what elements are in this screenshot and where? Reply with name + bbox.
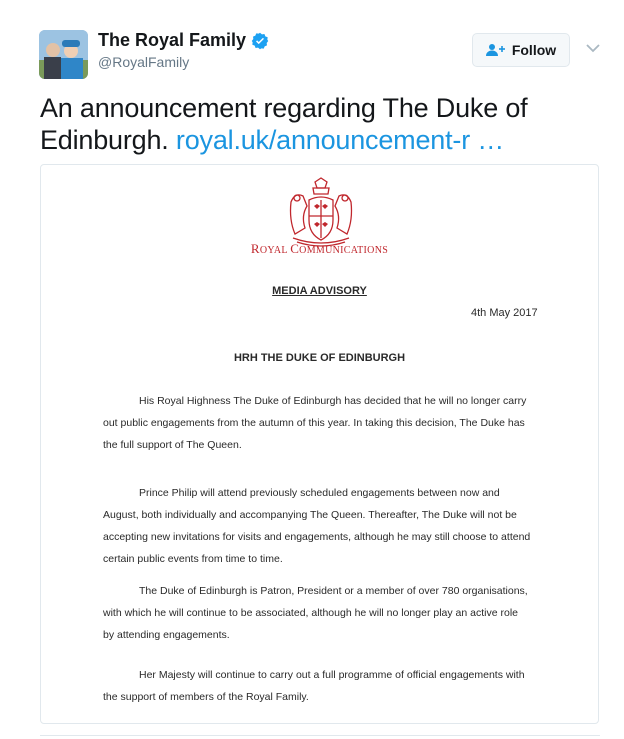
paragraph-line: the full support of The Queen. [103,439,242,451]
paragraph-line: with which he will continue to be associ… [103,607,518,619]
author-handle[interactable]: @RoyalFamily [98,54,189,70]
chevron-down-icon[interactable] [585,42,601,54]
paragraph-line: by attending engagements. [103,629,230,641]
tweet-link[interactable]: royal.uk/announcement-r … [176,125,504,155]
paragraph-line: The Duke of Edinburgh is Patron, Preside… [139,585,528,597]
paragraph-line: out public engagements from the autumn o… [103,417,525,429]
follow-button[interactable]: Follow [472,33,570,67]
tweet-header: The Royal Family @RoyalFamily Follow [0,0,624,82]
tweet-text: An announcement regarding The Duke of Ed… [40,92,600,156]
paragraph-line: August, both individually and accompanyi… [103,509,517,521]
media-advisory-heading: MEDIA ADVISORY [272,285,367,297]
avatar[interactable] [39,30,88,79]
letterhead-initial-2: C [290,241,300,256]
paragraph-1: His Royal Highness The Duke of Edinburgh… [103,390,543,456]
attached-image[interactable]: ROYAL COMMUNICATIONS MEDIA ADVISORY 4th … [40,164,599,724]
document-date: 4th May 2017 [471,307,538,319]
paragraph-line: certain public events from time to time. [103,553,283,565]
letterhead-word-2: OMMUNICATIONS [299,245,389,256]
paragraph-2: Prince Philip will attend previously sch… [103,482,543,570]
paragraph-line: Prince Philip will attend previously sch… [139,487,500,499]
announcement-document: ROYAL COMMUNICATIONS MEDIA ADVISORY 4th … [41,165,598,723]
letterhead-word-1: OYAL [259,245,291,256]
paragraph-3: The Duke of Edinburgh is Patron, Preside… [103,580,543,646]
paragraph-4: Her Majesty will continue to carry out a… [103,664,543,708]
document-title: HRH THE DUKE OF EDINBURGH [233,352,406,364]
verified-badge-icon [251,32,269,49]
royal-crest-icon [289,177,353,247]
add-user-icon [485,44,505,56]
follow-label: Follow [511,42,557,58]
author-name[interactable]: The Royal Family [98,30,269,51]
author-name-text[interactable]: The Royal Family [98,30,246,51]
paragraph-line: the support of members of the Royal Fami… [103,691,309,703]
letterhead: ROYAL COMMUNICATIONS [41,241,598,257]
letterhead-initial: R [250,241,260,256]
paragraph-line: His Royal Highness The Duke of Edinburgh… [139,395,527,407]
divider [40,735,600,736]
paragraph-line: accepting new invitations for visits and… [103,531,531,543]
paragraph-line: Her Majesty will continue to carry out a… [139,669,525,681]
